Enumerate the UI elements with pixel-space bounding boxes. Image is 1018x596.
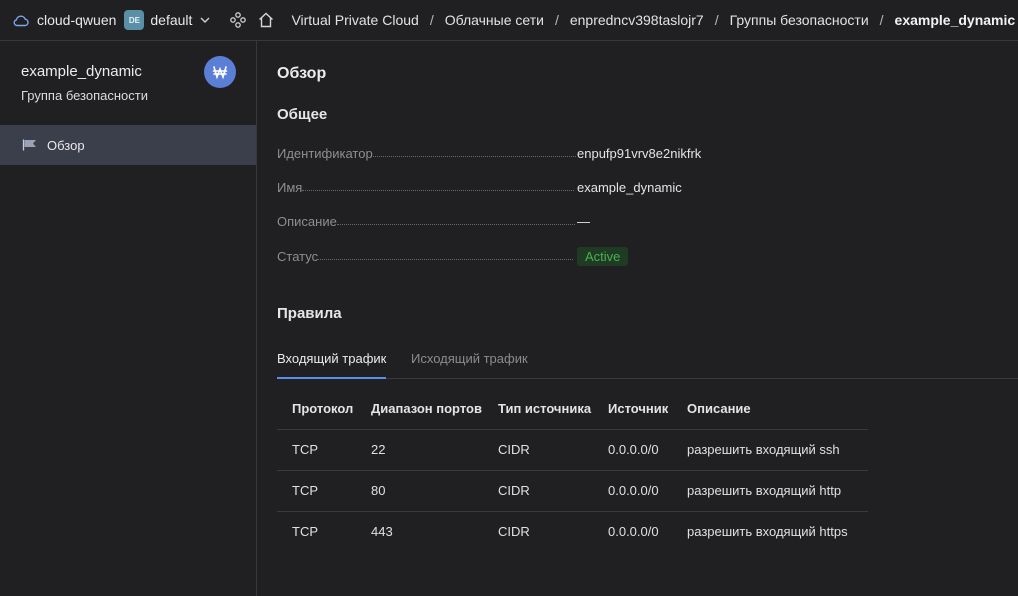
table-cell: CIDR — [483, 470, 593, 512]
table-cell: разрешить входящий https — [687, 524, 848, 540]
table-cell: разрешить входящий ssh — [672, 429, 868, 471]
table-row[interactable]: TCP 22 CIDR 0.0.0.0/0 разрешить входящий… — [277, 429, 868, 471]
column-header: Протокол — [277, 389, 356, 430]
table-cell: TCP — [277, 429, 356, 471]
security-group-icon — [204, 56, 236, 88]
column-header: Диапазон портов — [356, 389, 483, 430]
property-key: Статус — [277, 249, 319, 264]
table-cell: 0.0.0.0/0 — [608, 524, 659, 540]
rules-table: Протокол Диапазон портов Тип источника И… — [277, 389, 868, 552]
cloud-selector[interactable]: cloud-qwuen — [37, 12, 116, 28]
flag-icon — [22, 139, 38, 151]
home-icon[interactable] — [257, 11, 275, 29]
resource-title: example_dynamic — [21, 63, 142, 80]
breadcrumb-separator: / — [714, 12, 719, 28]
table-cell: 0.0.0.0/0 — [593, 470, 672, 512]
table-row[interactable]: TCP 80 CIDR 0.0.0.0/0 разрешить входящий… — [277, 470, 868, 512]
sidebar-item-overview[interactable]: Обзор — [0, 125, 256, 165]
property-value: — — [577, 214, 590, 229]
leader-dots — [372, 156, 576, 157]
table-cell: TCP — [292, 524, 318, 540]
breadcrumb: Virtual Private Cloud / Облачные сети / … — [291, 12, 1015, 28]
cloud-icon — [12, 13, 30, 27]
table-cell: 0.0.0.0/0 — [593, 429, 672, 471]
property-value: example_dynamic — [577, 180, 682, 195]
breadcrumb-separator: / — [879, 12, 884, 28]
table-row[interactable]: TCP 443 CIDR 0.0.0.0/0 разрешить входящи… — [277, 511, 868, 552]
leader-dots — [302, 190, 575, 191]
column-header: Описание — [672, 389, 868, 430]
property-row: Идентификатор enpufp91vrv8e2nikfrk — [277, 143, 701, 161]
breadcrumb-network-id[interactable]: enpredncv398taslojr7 — [570, 12, 704, 28]
traffic-tabs: Входящий трафик Исходящий трафик — [277, 351, 1018, 379]
table-cell: TCP — [277, 470, 356, 512]
leader-dots — [336, 224, 575, 225]
section-title-rules: Правила — [277, 305, 342, 322]
property-row: Описание — — [277, 211, 697, 229]
table-cell: 22 — [356, 429, 483, 471]
property-value: enpufp91vrv8e2nikfrk — [577, 146, 702, 161]
breadcrumb-networks[interactable]: Облачные сети — [445, 12, 544, 28]
chevron-down-icon[interactable] — [199, 14, 211, 26]
breadcrumb-current: example_dynamic — [894, 12, 1016, 28]
table-cell: разрешить входящий http — [672, 470, 868, 512]
breadcrumb-security-groups[interactable]: Группы безопасности — [730, 12, 869, 28]
main-content: Обзор Общее Идентификатор enpufp91vrv8e2… — [257, 41, 1018, 596]
status-badge: Active — [577, 247, 629, 266]
tab-egress[interactable]: Исходящий трафик — [411, 351, 528, 379]
table-header-row: Протокол Диапазон портов Тип источника И… — [277, 389, 868, 430]
property-key: Идентификатор — [277, 146, 373, 161]
column-header: Тип источника — [483, 389, 593, 430]
section-title-general: Общее — [277, 106, 328, 123]
table-cell: CIDR — [498, 524, 530, 540]
top-bar: cloud-qwuen DE default Virtual Private C… — [0, 0, 1018, 41]
table-cell: CIDR — [483, 429, 593, 471]
breadcrumb-separator: / — [429, 12, 434, 28]
sidebar-item-label: Обзор — [47, 137, 85, 153]
folder-badge: DE — [124, 10, 145, 30]
property-key: Описание — [277, 214, 337, 229]
leader-dots — [318, 259, 574, 260]
table-cell: 80 — [356, 470, 483, 512]
property-row: Статус Active — [277, 246, 697, 266]
tab-ingress[interactable]: Входящий трафик — [277, 351, 387, 379]
breadcrumb-separator: / — [554, 12, 559, 28]
page-title: Обзор — [277, 65, 327, 82]
sidebar: example_dynamic Группа безопасности Обзо… — [0, 41, 257, 596]
resource-subtitle: Группа безопасности — [21, 88, 148, 103]
services-icon[interactable] — [229, 11, 247, 29]
folder-selector[interactable]: default — [150, 12, 192, 28]
column-header: Источник — [593, 389, 672, 430]
breadcrumb-vpc[interactable]: Virtual Private Cloud — [291, 12, 418, 28]
property-key: Имя — [277, 180, 303, 195]
table-cell: 443 — [371, 524, 393, 540]
property-row: Имя example_dynamic — [277, 177, 697, 195]
